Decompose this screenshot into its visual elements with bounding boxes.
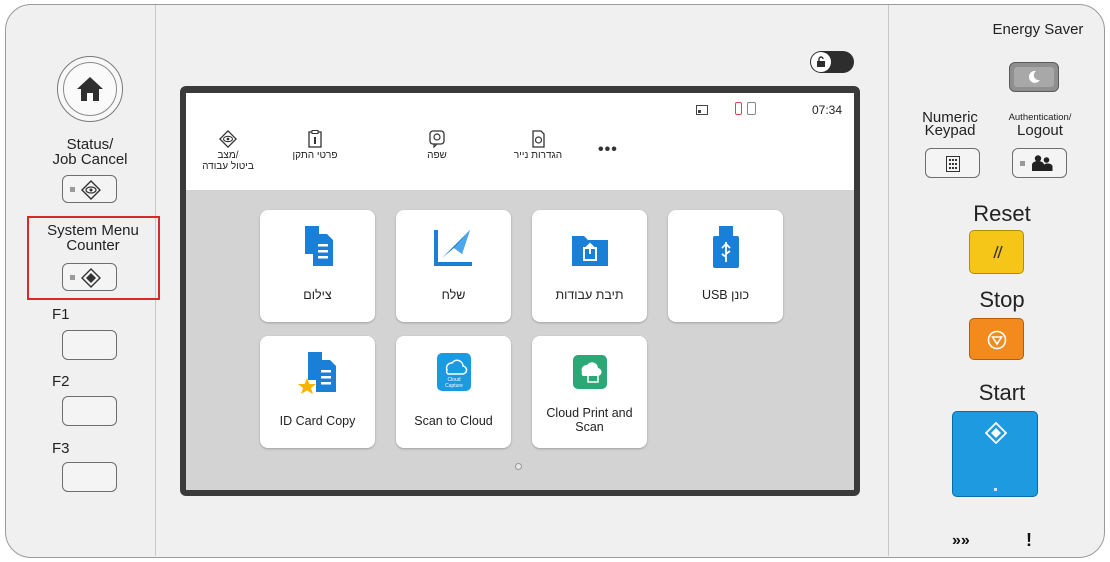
numeric-keypad-button[interactable] [925, 148, 980, 178]
tile-cloud-print-scan-label-2: Scan [575, 420, 604, 434]
start-led [994, 488, 997, 491]
stop-button[interactable] [969, 318, 1024, 360]
status-label-line2: Job Cancel [52, 151, 128, 168]
f1-button[interactable] [62, 330, 117, 360]
cloud-print-icon [572, 355, 607, 389]
tile-send[interactable]: שלח [396, 210, 511, 322]
start-icon [985, 422, 1007, 444]
lock-toggle[interactable] [810, 51, 854, 73]
screen-top-bar: 07:34 מצב/ ביטול עבודה פרטי התקן שפה הגד… [186, 93, 854, 190]
tile-copy-label: צילום [303, 288, 332, 302]
reset-label: Reset [973, 201, 1031, 226]
tile-id-card-copy[interactable]: ID Card Copy [260, 336, 375, 448]
copy-icon [304, 226, 333, 266]
cast-icon [696, 105, 708, 115]
status-shortcut-label-1: מצב/ [217, 150, 239, 161]
home-button[interactable] [57, 56, 123, 122]
cloud-capture-text-2: Capture [445, 383, 463, 389]
stop-icon [987, 330, 1007, 350]
lock-icon [817, 56, 825, 67]
paper-settings-icon [532, 130, 545, 148]
language-label: שפה [427, 150, 447, 161]
cloud-capture-icon: Cloud Capture [436, 353, 471, 391]
paper-settings-shortcut[interactable]: הגדרות נייר [498, 130, 578, 161]
right-divider [888, 5, 889, 556]
page-indicator-dot [515, 463, 522, 470]
start-label: Start [978, 380, 1026, 405]
language-icon [429, 130, 445, 148]
status-job-cancel-shortcut[interactable]: מצב/ ביטול עבודה [198, 130, 258, 172]
reset-icon [993, 245, 1003, 259]
paper-settings-label: הגדרות נייר [513, 150, 563, 161]
tile-send-label: שלח [441, 288, 466, 302]
touch-screen: 07:34 מצב/ ביטול עבודה פרטי התקן שפה הגד… [186, 93, 854, 490]
keypad-icon [946, 156, 960, 172]
more-icon[interactable]: ••• [598, 141, 618, 159]
usb-icon [712, 226, 739, 268]
tile-usb-label: USB כונן [701, 288, 750, 302]
language-shortcut[interactable]: שפה [412, 130, 462, 161]
f3-label: F3 [52, 440, 70, 457]
tile-cloud-print-scan[interactable]: Cloud Print and Scan [532, 336, 647, 448]
device-info-shortcut[interactable]: פרטי התקן [280, 130, 350, 161]
auth-label-2: Logout [1017, 122, 1063, 139]
system-menu-icon [81, 268, 101, 288]
f3-button[interactable] [62, 462, 117, 492]
device-info-icon [308, 130, 322, 148]
reset-button[interactable] [969, 230, 1024, 274]
id-card-copy-icon [297, 352, 336, 394]
energy-saver-button[interactable] [1009, 62, 1059, 92]
system-menu-label-line2: Counter [66, 237, 120, 254]
status-label-line1: Status/ [66, 136, 114, 153]
system-menu-led [70, 275, 75, 280]
stop-label: Stop [979, 287, 1025, 312]
system-menu-counter-button[interactable] [62, 263, 117, 291]
authentication-logout-button[interactable] [1012, 148, 1067, 178]
tile-cloud-print-scan-label: Cloud Print and Scan [536, 406, 643, 434]
tile-job-box[interactable]: תיבת עבודות [532, 210, 647, 322]
tile-copy[interactable]: צילום [260, 210, 375, 322]
tile-scan-to-cloud-label: Scan to Cloud [414, 414, 493, 428]
tile-usb[interactable]: USB כונן [668, 210, 783, 322]
energy-saver-label: Energy Saver [992, 21, 1084, 38]
start-button[interactable] [952, 411, 1038, 497]
home-button-ring [63, 62, 117, 116]
lock-knob [811, 52, 831, 72]
toner-gray-indicator [747, 102, 756, 115]
moon-icon [1028, 70, 1040, 83]
tile-job-box-label: תיבת עבודות [555, 288, 624, 302]
attention-indicator: ! [1026, 530, 1032, 550]
status-shortcut-label-2: ביטול עבודה [202, 161, 254, 172]
send-icon [433, 230, 472, 266]
clock: 07:34 [811, 103, 842, 117]
tile-cloud-print-scan-label-1: Cloud Print and [546, 406, 633, 420]
f1-label: F1 [52, 306, 70, 323]
system-menu-label-line1: System Menu [47, 222, 139, 239]
energy-saver-face [1014, 67, 1054, 87]
home-icon [77, 77, 103, 101]
f2-button[interactable] [62, 396, 117, 426]
device-info-label: פרטי התקן [292, 150, 338, 161]
tile-id-card-copy-label: ID Card Copy [279, 414, 356, 428]
tile-scan-to-cloud[interactable]: Cloud Capture Scan to Cloud [396, 336, 511, 448]
eye-diamond-icon [219, 130, 237, 148]
eye-diamond-icon [81, 180, 101, 200]
status-job-cancel-button[interactable] [62, 175, 117, 203]
numeric-keypad-label-2: Keypad [924, 122, 976, 139]
auth-led [1020, 161, 1025, 166]
processing-indicator: »» [952, 532, 970, 549]
users-icon [1032, 155, 1053, 171]
toner-red-indicator [735, 102, 742, 115]
job-box-icon [571, 236, 608, 266]
status-led [70, 187, 75, 192]
f2-label: F2 [52, 373, 70, 390]
